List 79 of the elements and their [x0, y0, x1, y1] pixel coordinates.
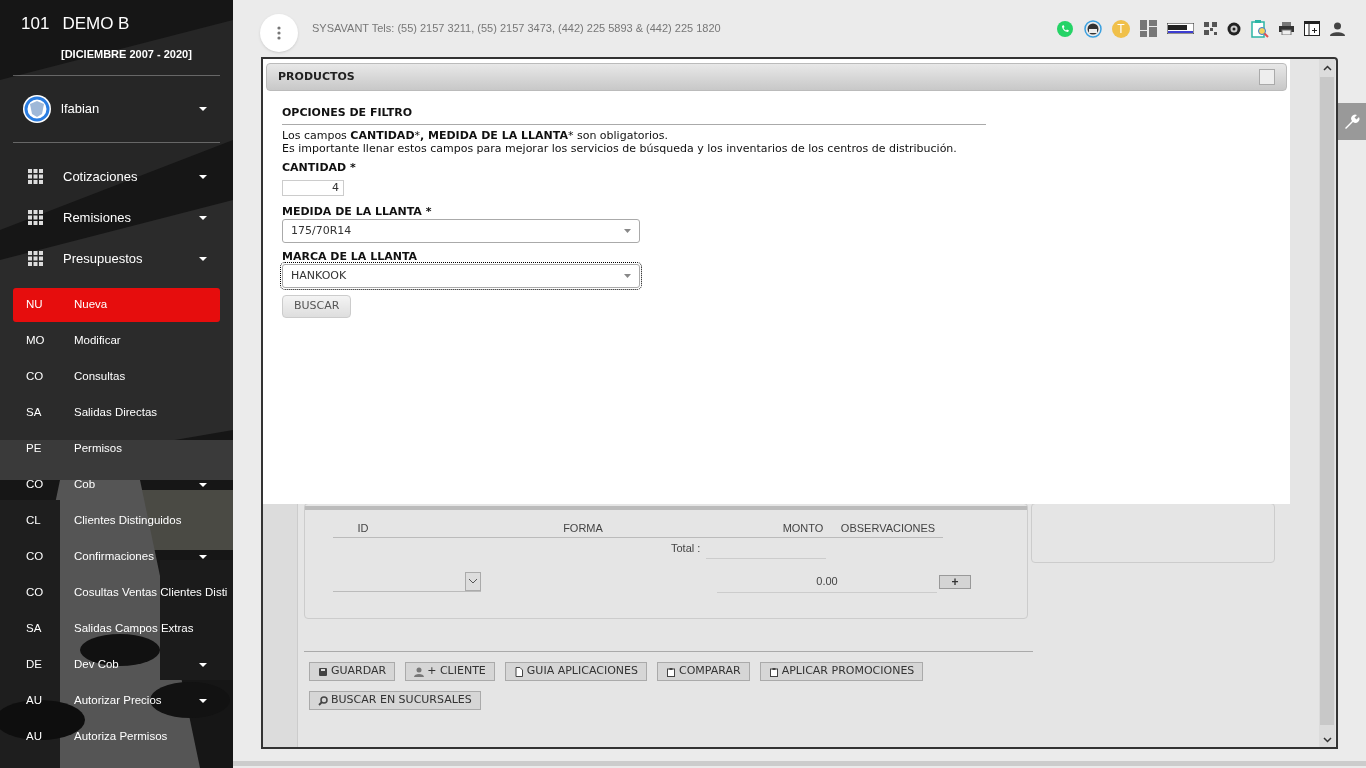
action-button[interactable]: BUSCAR EN SUCURSALES — [309, 691, 481, 710]
search-button[interactable]: BUSCAR — [282, 295, 352, 318]
field-label: CANTIDAD * — [282, 162, 356, 174]
grid-icon — [28, 251, 43, 266]
nav-item[interactable]: NU Nueva — [13, 288, 220, 322]
nav-item[interactable]: PE Permisos — [13, 432, 233, 466]
doc-icon — [513, 666, 524, 677]
nav-item[interactable]: CO Confirmaciones — [13, 540, 233, 574]
scroll-down-icon[interactable] — [1322, 737, 1332, 743]
action-button[interactable]: GUARDAR — [309, 662, 396, 681]
grid-icon — [28, 210, 43, 225]
quantity-field[interactable]: 4 — [282, 180, 344, 197]
nav-item[interactable]: AU Autorizar Precios — [13, 684, 233, 718]
tire-icon[interactable] — [1227, 21, 1241, 36]
nav-item[interactable]: CO Cob — [13, 468, 233, 502]
clipboard-icon — [665, 666, 676, 677]
printer-icon[interactable] — [1279, 22, 1294, 35]
caret-icon[interactable] — [199, 699, 207, 703]
caret-icon[interactable] — [199, 107, 207, 111]
amount-field[interactable]: 0.00 — [717, 570, 937, 593]
dialog-title: PRODUCTOS — [278, 68, 355, 85]
nav-item[interactable]: SA Salidas Directas — [13, 396, 233, 430]
user-icon — [414, 666, 425, 677]
scroll-up-icon[interactable] — [1322, 65, 1332, 71]
horizontal-scrollbar[interactable] — [233, 761, 1366, 766]
clipboard-search-icon[interactable] — [1251, 18, 1269, 39]
user-name[interactable]: lfabian — [61, 99, 100, 119]
logo-icon — [22, 94, 52, 124]
caret-icon[interactable] — [199, 663, 207, 667]
action-button[interactable]: GUIA APLICACIONES — [504, 662, 647, 681]
settings-tab[interactable] — [1338, 103, 1366, 140]
nav-item[interactable]: AU Autoriza Permisos — [13, 720, 233, 754]
menu-item[interactable]: Presupuestos — [63, 248, 143, 269]
user-icon[interactable] — [1330, 21, 1345, 36]
search-icon — [318, 695, 328, 706]
save-icon — [318, 666, 328, 677]
period-label: [DICIEMBRE 2007 - 2020] — [61, 46, 192, 62]
total-label: Total : — [671, 541, 701, 557]
clipboard-icon — [768, 666, 779, 677]
select-field[interactable]: HANKOOK — [282, 264, 640, 288]
column-header: MONTO — [782, 522, 824, 534]
grid-icon — [28, 169, 43, 184]
field-label: MARCA DE LA LLANTA — [282, 251, 418, 263]
layout-icon[interactable] — [1304, 21, 1320, 36]
field-label: MEDIDA DE LA LLANTA * — [282, 206, 432, 218]
nav-item[interactable]: MO Modificar — [13, 324, 233, 358]
action-button[interactable]: APLICAR PROMOCIONES — [759, 662, 924, 681]
wrench-icon[interactable] — [1343, 112, 1361, 131]
section-title: OPCIONES DE FILTRO — [282, 106, 412, 119]
nav-item[interactable]: SA Salidas Campos Extras — [13, 612, 233, 646]
column-header: ID — [357, 522, 369, 534]
caret-icon[interactable] — [199, 256, 207, 261]
dashboard-icon[interactable] — [1140, 20, 1157, 37]
action-button[interactable]: COMPARAR — [656, 662, 750, 681]
caret-icon[interactable] — [199, 483, 207, 487]
action-button[interactable]: + CLIENTE — [405, 662, 495, 681]
company-number: 101 — [21, 13, 50, 35]
vertical-scrollbar[interactable] — [1319, 59, 1335, 747]
company-name: DEMO B — [62, 13, 130, 35]
chevron-icon[interactable] — [469, 578, 477, 584]
xml-icon[interactable] — [1167, 23, 1194, 34]
select-field[interactable]: 175/70R14 — [282, 219, 640, 243]
required-note: Los campos CANTIDAD*, MEDIDA DE LA LLANTA* son obligatorios. — [282, 129, 668, 142]
info-note: Es importante llenar estos campos para mejorar los servicios de búsqueda y los inventarios de los centros de distribución. — [282, 142, 957, 155]
menu-item[interactable]: Cotizaciones — [63, 166, 138, 187]
contact-text: SYSAVANT Tels: (55) 2157 3211, (55) 2157 3473, (442) 225 5893 & (442) 225 1820 — [312, 21, 721, 37]
support-icon[interactable] — [1084, 19, 1102, 38]
qr-code-icon[interactable] — [1204, 22, 1217, 35]
menu-item[interactable]: Remisiones — [63, 207, 131, 228]
more-vertical-icon[interactable] — [277, 25, 281, 40]
nav-item[interactable]: CO Cosultas Ventas Clientes Disti — [13, 576, 233, 610]
column-header: FORMA — [563, 522, 603, 534]
nav-item[interactable]: DE Dev Cob — [13, 648, 233, 682]
column-header: OBSERVACIONES — [840, 522, 936, 534]
add-button[interactable]: + — [939, 574, 971, 589]
caret-icon[interactable] — [199, 174, 207, 179]
nav-item[interactable]: CO Consultas — [13, 360, 233, 394]
caret-icon[interactable] — [199, 215, 207, 220]
nav-item[interactable]: CL Clientes Distinguidos — [13, 504, 233, 538]
